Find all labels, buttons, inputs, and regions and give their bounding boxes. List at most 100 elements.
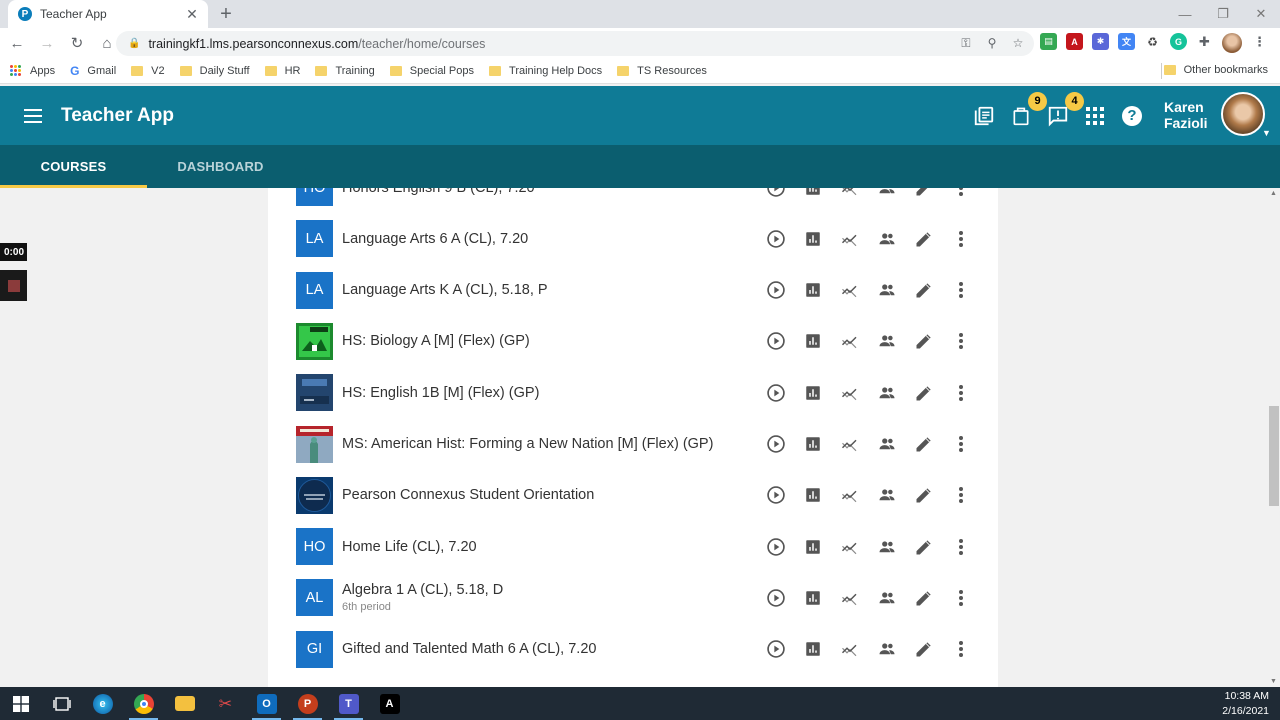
reload-button[interactable]: ↻ bbox=[64, 30, 90, 56]
play-icon[interactable] bbox=[757, 535, 794, 559]
bookmark-training-help-docs[interactable]: Training Help Docs bbox=[489, 65, 602, 77]
edit-icon[interactable] bbox=[905, 188, 942, 200]
more-vert-icon[interactable] bbox=[942, 329, 979, 353]
taskbar-clock[interactable]: 10:38 AM 2/16/2021 bbox=[1222, 689, 1269, 719]
lock-icon[interactable]: 🔒 bbox=[128, 38, 140, 49]
bookmark-v2[interactable]: V2 bbox=[131, 65, 165, 77]
course-avatar[interactable]: HO bbox=[296, 528, 333, 566]
trending-icon[interactable] bbox=[831, 483, 868, 507]
address-bar[interactable]: 🔒 trainingkf1.lms.pearsonconnexus.com/te… bbox=[116, 31, 1034, 56]
edit-icon[interactable] bbox=[905, 278, 942, 302]
acrobat-icon[interactable]: A bbox=[369, 687, 410, 720]
edit-icon[interactable] bbox=[905, 483, 942, 507]
trending-icon[interactable] bbox=[831, 329, 868, 353]
chrome-taskbar-icon[interactable] bbox=[123, 687, 164, 720]
minimize-window-button[interactable]: — bbox=[1166, 0, 1204, 28]
people-icon[interactable] bbox=[868, 381, 905, 405]
trending-icon[interactable] bbox=[831, 586, 868, 610]
play-icon[interactable] bbox=[757, 483, 794, 507]
people-icon[interactable] bbox=[868, 586, 905, 610]
scroll-down-icon[interactable]: ▼ bbox=[1270, 678, 1277, 685]
library-icon[interactable] bbox=[972, 104, 996, 128]
scroll-up-icon[interactable]: ▲ bbox=[1270, 190, 1277, 197]
more-vert-icon[interactable] bbox=[942, 278, 979, 302]
more-vert-icon[interactable] bbox=[942, 637, 979, 661]
edit-icon[interactable] bbox=[905, 381, 942, 405]
more-vert-icon[interactable] bbox=[942, 432, 979, 456]
alerts-icon[interactable]: 4 bbox=[1046, 91, 1084, 128]
help-icon[interactable]: ? bbox=[1120, 104, 1144, 128]
course-avatar[interactable]: GI bbox=[296, 630, 333, 668]
grammarly-icon[interactable]: G bbox=[1170, 33, 1187, 50]
edit-icon[interactable] bbox=[905, 637, 942, 661]
course-row[interactable]: GI Gifted and Talented Math 6 A (CL), 7.2… bbox=[296, 624, 996, 675]
trending-icon[interactable] bbox=[831, 432, 868, 456]
course-avatar[interactable]: AL bbox=[296, 579, 333, 617]
course-thumbnail-orientation[interactable] bbox=[296, 476, 333, 514]
apps-grid-icon[interactable] bbox=[1083, 104, 1107, 128]
people-icon[interactable] bbox=[868, 278, 905, 302]
course-thumbnail-english[interactable] bbox=[296, 374, 333, 412]
more-vert-icon[interactable] bbox=[942, 227, 979, 251]
course-row[interactable]: HS: Biology A [M] (Flex) (GP) bbox=[296, 316, 996, 367]
course-row[interactable]: AL Algebra 1 A (CL), 5.18, D 6th period bbox=[296, 572, 996, 623]
people-icon[interactable] bbox=[868, 227, 905, 251]
user-name[interactable]: Karen Fazioli bbox=[1164, 99, 1208, 131]
recycle-icon[interactable]: ♻ bbox=[1144, 33, 1161, 50]
back-button[interactable]: ← bbox=[4, 30, 30, 56]
stop-recording-button[interactable] bbox=[0, 270, 27, 301]
people-icon[interactable] bbox=[868, 483, 905, 507]
browser-profile-avatar[interactable] bbox=[1222, 33, 1242, 53]
bar-chart-icon[interactable] bbox=[794, 278, 831, 302]
edit-icon[interactable] bbox=[905, 432, 942, 456]
forward-button[interactable]: → bbox=[34, 30, 60, 56]
people-icon[interactable] bbox=[868, 188, 905, 200]
zoom-icon[interactable]: ⚲ bbox=[984, 35, 1000, 51]
other-bookmarks[interactable]: Other bookmarks bbox=[1163, 64, 1268, 76]
outlook-icon[interactable]: O bbox=[246, 687, 287, 720]
scrollbar-thumb[interactable] bbox=[1269, 406, 1279, 506]
bar-chart-icon[interactable] bbox=[794, 381, 831, 405]
edit-icon[interactable] bbox=[905, 586, 942, 610]
trending-icon[interactable] bbox=[831, 188, 868, 200]
powerpoint-icon[interactable]: P bbox=[287, 687, 328, 720]
people-icon[interactable] bbox=[868, 432, 905, 456]
more-vert-icon[interactable] bbox=[942, 483, 979, 507]
course-row[interactable]: LA Language Arts K A (CL), 5.18, P bbox=[296, 265, 996, 316]
trending-icon[interactable] bbox=[831, 278, 868, 302]
bar-chart-icon[interactable] bbox=[794, 188, 831, 200]
edit-icon[interactable] bbox=[905, 227, 942, 251]
play-icon[interactable] bbox=[757, 432, 794, 456]
more-vert-icon[interactable] bbox=[942, 586, 979, 610]
key-icon[interactable]: ⚿ bbox=[958, 35, 974, 51]
extension-green-icon[interactable]: ▤ bbox=[1040, 33, 1057, 50]
course-avatar[interactable]: LA bbox=[296, 220, 333, 258]
bar-chart-icon[interactable] bbox=[794, 637, 831, 661]
course-row[interactable]: MS: American Hist: Forming a New Nation … bbox=[296, 419, 996, 470]
tab-dashboard[interactable]: DASHBOARD bbox=[147, 145, 294, 188]
trending-icon[interactable] bbox=[831, 227, 868, 251]
close-tab-icon[interactable]: ✕ bbox=[182, 6, 202, 23]
page-scrollbar[interactable]: ▲ ▼ bbox=[1268, 188, 1280, 687]
extension-puzzle-badge-icon[interactable]: ✱ bbox=[1092, 33, 1109, 50]
browser-tab[interactable]: P Teacher App ✕ bbox=[8, 0, 208, 28]
tab-courses[interactable]: COURSES bbox=[0, 145, 147, 188]
menu-icon[interactable] bbox=[24, 108, 42, 123]
bookmark-apps[interactable]: Apps bbox=[10, 64, 55, 77]
bar-chart-icon[interactable] bbox=[794, 535, 831, 559]
more-vert-icon[interactable] bbox=[942, 535, 979, 559]
course-row[interactable]: LA Language Arts 6 A (CL), 7.20 bbox=[296, 213, 996, 264]
course-avatar[interactable]: LA bbox=[296, 271, 333, 309]
more-vert-icon[interactable] bbox=[942, 381, 979, 405]
file-explorer-icon[interactable] bbox=[164, 687, 205, 720]
bar-chart-icon[interactable] bbox=[794, 483, 831, 507]
course-row[interactable]: HS: English 1B [M] (Flex) (GP) bbox=[296, 367, 996, 418]
course-row[interactable]: HO Home Life (CL), 7.20 bbox=[296, 521, 996, 572]
play-icon[interactable] bbox=[757, 637, 794, 661]
people-icon[interactable] bbox=[868, 329, 905, 353]
bookmark-training[interactable]: Training bbox=[315, 65, 375, 77]
play-icon[interactable] bbox=[757, 188, 794, 200]
bookmark-special-pops[interactable]: Special Pops bbox=[389, 65, 474, 77]
bookmark-gmail[interactable]: G Gmail bbox=[70, 64, 116, 78]
task-view-icon[interactable] bbox=[41, 687, 82, 720]
